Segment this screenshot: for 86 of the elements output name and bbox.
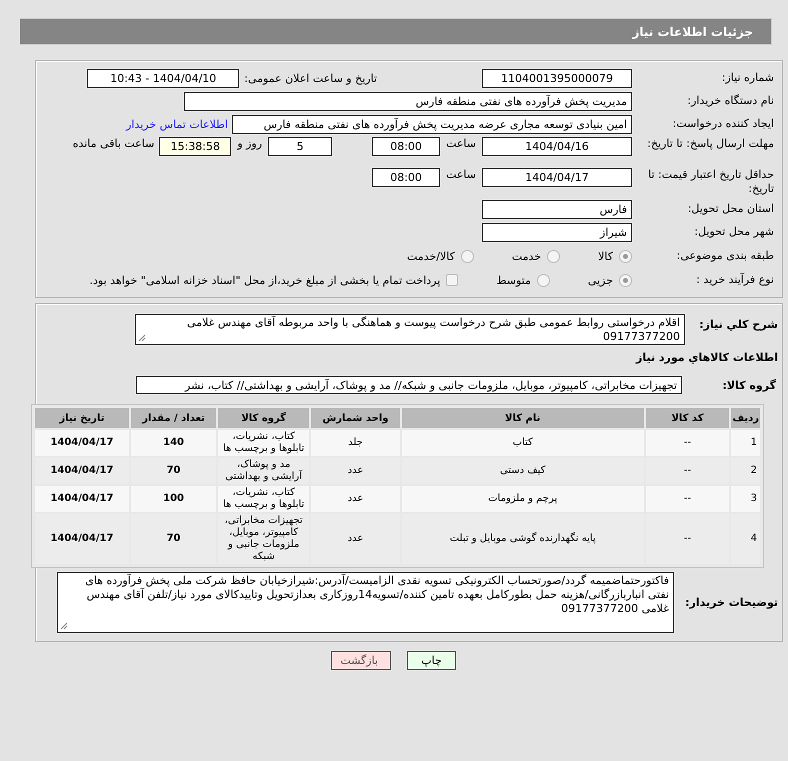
table-cell: 140	[130, 430, 216, 456]
table-cell: عدد	[311, 514, 400, 564]
table-cell: مد و پوشاک، آرایشی و بهداشتی	[218, 458, 310, 484]
column-header: تاریخ نیاز	[35, 408, 129, 428]
table-cell: 2	[731, 458, 760, 484]
need-number-field[interactable]: 1104001395000079	[482, 68, 632, 88]
table-cell: پرچم و ملزومات	[402, 486, 644, 512]
column-header: گروه کالا	[218, 408, 310, 428]
field-label: حداقل تاریخ اعتبار قیمت: تا تاریخ:	[647, 168, 775, 196]
column-header: کد کالا	[646, 408, 730, 428]
validity-time-field[interactable]: 08:00	[372, 168, 440, 187]
field-label: توضیحات خریدار:	[684, 596, 779, 609]
table-cell: 1404/04/17	[35, 514, 129, 564]
radio-label: خدمت	[512, 250, 542, 262]
field-label: نام دستگاه خریدار:	[686, 94, 775, 108]
buyer-org-field[interactable]: مدیریت پخش فرآورده های نفتی منطقه فارس	[184, 92, 632, 110]
table-cell: 4	[731, 514, 760, 564]
remaining-time-field[interactable]: 15:38:58	[159, 137, 232, 156]
radio-button[interactable]	[536, 274, 550, 286]
field-label: گروه کالا:	[721, 378, 777, 392]
radio-button[interactable]	[619, 274, 632, 286]
table-cell: 70	[130, 458, 216, 484]
field-label: شرح کلي نیاز:	[698, 317, 779, 331]
buyer-notes-field[interactable]: فاکتورحتماضمیمه گردد/صورتحساب الکترونیکی تسویه نقدی الزامیست/آدرس:شیرازخیابان حافظ شرکت ملی پخش فرآورده های نفتی انباربازرگانی/هزینه حمل بطورکامل بعهده تامین کننده/تسویه14روزکاری بعدازتحویل وتاییدکالای مورد نیاز/تلفن آقای مهندس غلامی 09177377200	[57, 572, 674, 633]
table-cell: کتاب، نشریات، تابلوها و برچسب ها	[218, 486, 310, 512]
table-cell: 1	[731, 430, 760, 456]
table-cell: 3	[731, 486, 760, 512]
field-label: روز و	[237, 137, 262, 150]
checkbox[interactable]	[446, 274, 458, 286]
table-cell: 70	[130, 514, 216, 564]
section-title: اطلاعات کالاهاي مورد نیاز	[634, 350, 779, 364]
radio-button[interactable]	[547, 250, 560, 262]
print-button[interactable]: چاپ	[407, 651, 456, 670]
back-button[interactable]: بازگشت	[331, 651, 391, 670]
field-label: ساعت باقی مانده	[72, 137, 154, 150]
table-cell: کیف دستی	[402, 458, 644, 484]
table-cell: 1404/04/17	[35, 430, 129, 456]
field-label: شهر محل تحویل:	[693, 225, 775, 239]
table-cell: جلد	[311, 430, 400, 456]
table-cell: 100	[130, 486, 216, 512]
resize-grip-icon[interactable]	[138, 334, 146, 342]
page-title: جزئیات اطلاعات نیاز	[20, 18, 772, 45]
table-cell: 1404/04/17	[35, 458, 129, 484]
field-label: تاریخ و ساعت اعلان عمومی:	[244, 72, 377, 84]
table-cell: تجهیزات مخابراتی، کامپیوتر، موبایل، ملزومات جانبی و شبکه	[218, 514, 310, 564]
buyer-contact-link[interactable]: اطلاعات تماس خریدار	[126, 118, 228, 130]
radio-label: جزیی	[588, 274, 613, 286]
table-cell: پایه نگهدارنده گوشی موبایل و تبلت	[402, 514, 644, 564]
radio-label: متوسط	[496, 274, 531, 286]
radio-button[interactable]	[460, 250, 474, 262]
table-cell: --	[646, 430, 730, 456]
table-cell: کتاب، نشریات، تابلوها و برچسب ها	[218, 430, 310, 456]
province-field[interactable]: فارس	[482, 200, 632, 218]
announce-date-field[interactable]: 1404/04/10 - 10:43	[87, 68, 240, 88]
column-header: ردیف	[731, 408, 760, 428]
table-cell: --	[646, 514, 730, 564]
days-field[interactable]: 5	[268, 137, 332, 156]
radio-label: کالا	[598, 250, 613, 262]
table-cell: عدد	[311, 458, 400, 484]
table-cell: --	[646, 486, 730, 512]
validity-date-field[interactable]: 1404/04/17	[482, 168, 632, 187]
table-cell: --	[646, 458, 730, 484]
column-header: واحد شمارش	[311, 408, 400, 428]
field-label: طبقه بندی موضوعی:	[676, 249, 775, 263]
radio-button[interactable]	[619, 250, 632, 262]
field-label: شماره نیاز:	[720, 71, 775, 85]
city-field[interactable]: شیراز	[482, 222, 632, 242]
radio-label: کالا/خدمت	[407, 250, 455, 262]
field-label: مهلت ارسال پاسخ: تا تاریخ:	[646, 137, 775, 151]
requester-field[interactable]: امین بنیادی توسعه مجاری عرضه مدیریت پخش فرآورده های نفتی منطقه فارس	[232, 114, 632, 134]
table-cell: کتاب	[402, 430, 644, 456]
column-header: تعداد / مقدار	[130, 408, 216, 428]
field-label: ساعت	[446, 168, 476, 181]
resize-grip-icon[interactable]	[60, 622, 68, 630]
description-field[interactable]: اقلام درخواستی روابط عمومی طبق شرح درخواست پیوست و هماهنگی با واحد مربوطه آقای مهندس غلامی 09177377200	[135, 314, 685, 345]
goods-group-field[interactable]: تجهیزات مخابراتی، کامپیوتر، موبایل، ملزومات جانبی و شبکه// مد و پوشاک، آرایشی و بهداشتی// کتاب، نشر	[136, 376, 682, 394]
field-label: ساعت	[446, 137, 476, 150]
table-cell: عدد	[311, 486, 400, 512]
response-time-field[interactable]: 08:00	[372, 137, 440, 156]
checkbox-label: پرداخت تمام یا بخشی از مبلغ خرید،از محل "اسناد خزانه اسلامی" خواهد بود.	[90, 274, 440, 286]
field-label: نوع فرآیند خرید :	[695, 273, 775, 287]
response-date-field[interactable]: 1404/04/16	[482, 137, 632, 156]
field-label: استان محل تحویل:	[686, 202, 775, 216]
field-label: ایجاد کننده درخواست:	[672, 117, 775, 131]
table-cell: 1404/04/17	[35, 486, 129, 512]
column-header: نام کالا	[402, 408, 644, 428]
